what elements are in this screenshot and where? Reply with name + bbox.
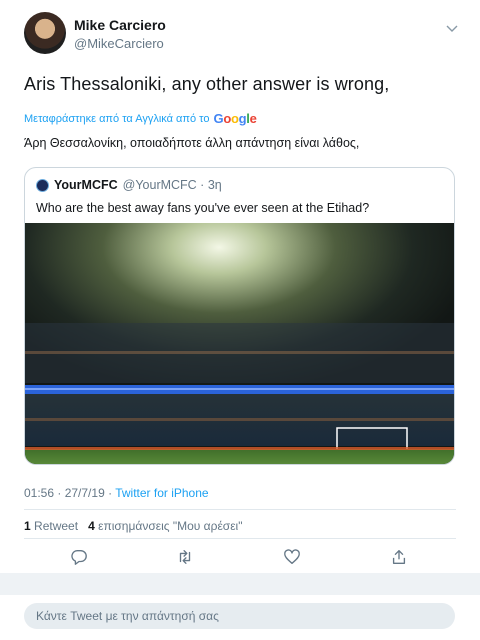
tweet-meta: 01:56 · 27/7/19 · Twitter for iPhone: [24, 486, 209, 500]
likes-label: επισημάνσεις "Μου αρέσει": [98, 519, 243, 533]
quoted-tweet-text: Who are the best away fans you've ever s…: [36, 201, 370, 215]
author-name[interactable]: Mike Carciero: [74, 17, 166, 33]
stadium-photo[interactable]: [25, 223, 455, 465]
author-handle[interactable]: @MikeCarciero: [74, 36, 164, 51]
retweets-count: 1: [24, 519, 31, 533]
tweet-date: 27/7/19: [64, 486, 105, 500]
share-icon[interactable]: [390, 548, 408, 566]
retweets-label: Retweet: [34, 519, 79, 533]
quoted-tweet-card[interactable]: YourMCFC @YourMCFC · 3η Who are the best…: [24, 167, 455, 465]
tweet-time: 01:56: [24, 486, 55, 500]
translation-label: Μεταφράστηκε από τα Αγγλικά από το: [24, 112, 210, 125]
divider: [24, 538, 456, 539]
tweet-text: Aris Thessaloniki, any other answer is w…: [24, 74, 390, 94]
divider: [24, 509, 456, 510]
meta-separator: ·: [54, 486, 65, 500]
reply-icon[interactable]: [70, 548, 88, 566]
meta-separator: ·: [104, 486, 116, 500]
retweet-icon[interactable]: [176, 548, 194, 566]
quoted-avatar: [36, 178, 49, 192]
google-logo: Google: [213, 111, 257, 126]
quoted-author-handle: @YourMCFC · 3η: [122, 178, 222, 192]
likes-count: 4: [88, 519, 95, 533]
author-avatar[interactable]: [24, 12, 66, 54]
quoted-tweet-header: YourMCFC @YourMCFC · 3η: [36, 178, 222, 192]
quoted-author-name: YourMCFC: [54, 178, 118, 192]
reply-input[interactable]: Κάντε Tweet με την απάντησή σας: [24, 603, 455, 629]
tweet-stats: 1 Retweet 4 επισημάνσεις "Μου αρέσει": [24, 519, 242, 533]
likes-stat[interactable]: 4 επισημάνσεις "Μου αρέσει": [88, 519, 242, 533]
action-bar: [24, 548, 456, 568]
chevron-down-icon[interactable]: [444, 20, 460, 36]
like-icon[interactable]: [283, 548, 301, 566]
tweet-source-link[interactable]: Twitter for iPhone: [115, 486, 208, 500]
translated-text: Άρη Θεσσαλονίκη, οποιαδήποτε άλλη απάντη…: [24, 136, 360, 150]
reply-bar-separator: [0, 573, 480, 595]
translation-attribution[interactable]: Μεταφράστηκε από τα Αγγλικά από το Googl…: [24, 111, 257, 126]
tweet-header: Mike Carciero @MikeCarciero: [24, 12, 460, 56]
retweets-stat[interactable]: 1 Retweet: [24, 519, 78, 533]
